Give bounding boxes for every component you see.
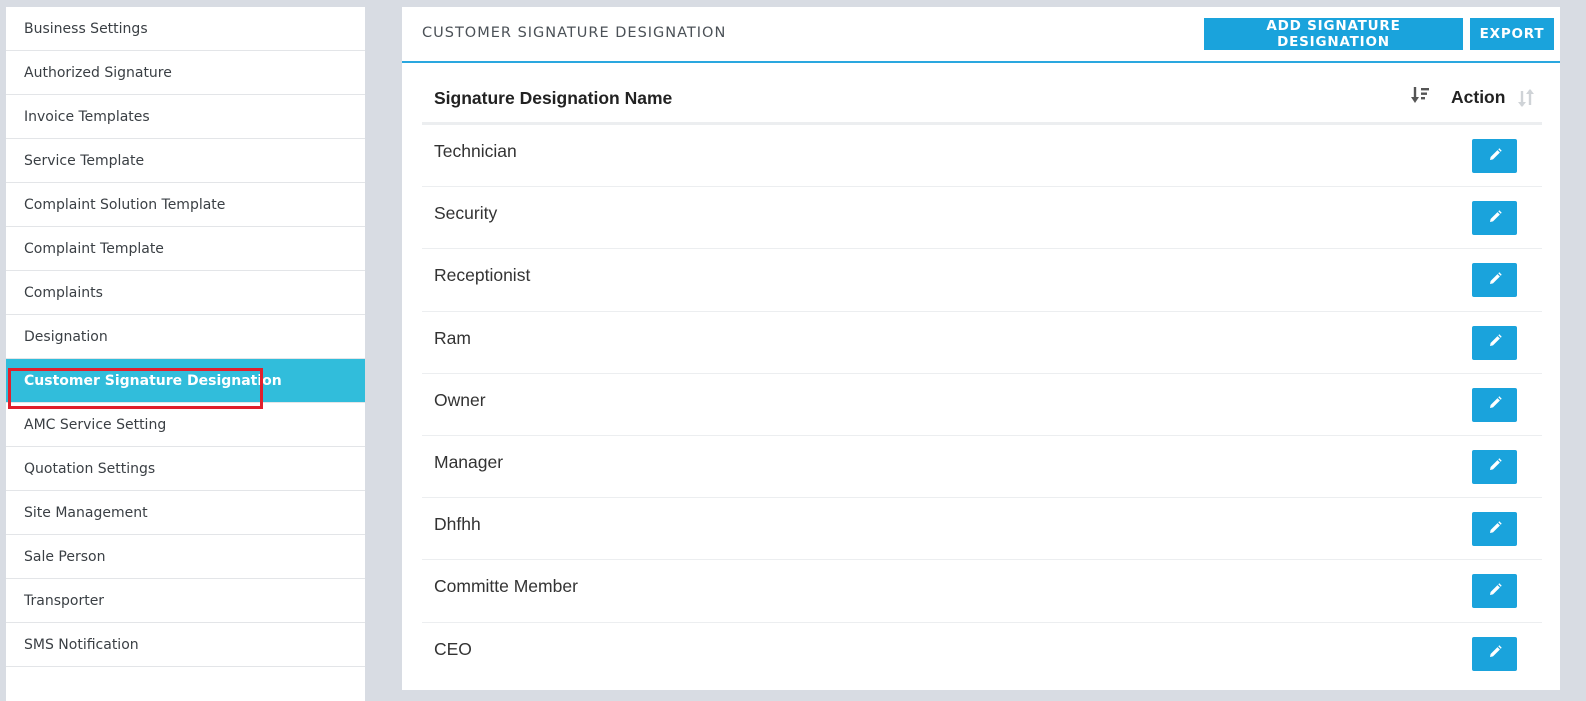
edit-button[interactable]: [1472, 574, 1517, 609]
sidebar-item-label: Complaint Solution Template: [24, 196, 226, 213]
sidebar-item-label: Designation: [24, 328, 108, 345]
designation-name: Dhfhh: [434, 514, 481, 535]
table-row: Ram: [422, 312, 1542, 374]
sidebar-item-label: AMC Service Setting: [24, 416, 167, 433]
table-row: Manager: [422, 436, 1542, 499]
designation-name: CEO: [434, 638, 472, 659]
table-header: Signature Designation Name Action: [422, 65, 1542, 125]
sidebar-item-label: Transporter: [24, 592, 105, 609]
sidebar-item-label: Service Template: [24, 152, 145, 169]
pencil-icon: [1488, 271, 1502, 290]
edit-button[interactable]: [1472, 636, 1517, 671]
sidebar-item-label: Invoice Templates: [24, 108, 150, 125]
designation-name: Owner: [434, 389, 486, 410]
table-row: Committe Member: [422, 560, 1542, 623]
designation-name: Committe Member: [434, 576, 578, 597]
table-row: Owner: [422, 374, 1542, 436]
sidebar-item-label: Customer Signature Designation: [24, 372, 282, 389]
main-panel: CUSTOMER SIGNATURE DESIGNATION ADD SIGNA…: [402, 7, 1560, 690]
table-row: Dhfhh: [422, 498, 1542, 561]
edit-button[interactable]: [1472, 449, 1517, 484]
sidebar-item-label: Sale Person: [24, 548, 106, 565]
sidebar-item-service-template[interactable]: Service Template: [6, 139, 365, 183]
pencil-icon: [1488, 582, 1502, 601]
settings-sidebar: Business Settings Authorized Signature I…: [6, 7, 365, 701]
designation-name: Ram: [434, 327, 471, 348]
sidebar-item-label: Quotation Settings: [24, 460, 156, 477]
sidebar-item-label: Complaint Template: [24, 240, 164, 257]
sidebar-item-site-management[interactable]: Site Management: [6, 491, 365, 535]
sidebar-item-sale-person[interactable]: Sale Person: [6, 535, 365, 579]
pencil-icon: [1488, 520, 1502, 539]
table-row: Security: [422, 187, 1542, 250]
table-row: Receptionist: [422, 249, 1542, 312]
sidebar-item-complaints[interactable]: Complaints: [6, 271, 365, 315]
sidebar-item-customer-signature-designation[interactable]: Customer Signature Designation: [6, 359, 365, 403]
designation-name: Receptionist: [434, 265, 531, 286]
sidebar-item-label: Business Settings: [24, 20, 148, 37]
sidebar-item-label: Site Management: [24, 504, 148, 521]
sidebar-item-designation[interactable]: Designation: [6, 315, 365, 359]
designation-name: Security: [434, 203, 498, 224]
edit-button[interactable]: [1472, 201, 1517, 236]
pencil-icon: [1488, 333, 1502, 352]
export-button[interactable]: EXPORT: [1470, 18, 1554, 50]
sidebar-item-complaint-template[interactable]: Complaint Template: [6, 227, 365, 271]
designation-name: Technician: [434, 141, 517, 161]
sidebar-item-business-settings[interactable]: Business Settings: [6, 7, 365, 51]
edit-button[interactable]: [1472, 139, 1517, 173]
pencil-icon: [1488, 395, 1502, 414]
pencil-icon: [1488, 457, 1502, 476]
pencil-icon: [1488, 644, 1502, 663]
designation-table: Signature Designation Name Action Techni…: [422, 65, 1542, 685]
pencil-icon: [1488, 209, 1502, 228]
sidebar-item-label: Complaints: [24, 284, 103, 301]
panel-header: CUSTOMER SIGNATURE DESIGNATION ADD SIGNA…: [402, 7, 1560, 63]
sidebar-item-invoice-templates[interactable]: Invoice Templates: [6, 95, 365, 139]
edit-button[interactable]: [1472, 263, 1517, 298]
sidebar-item-complaint-solution-template[interactable]: Complaint Solution Template: [6, 183, 365, 227]
sort-icon[interactable]: [1516, 87, 1536, 109]
pencil-icon: [1488, 147, 1502, 166]
edit-button[interactable]: [1472, 387, 1517, 422]
column-header-action: Action: [1451, 87, 1506, 107]
column-header-name[interactable]: Signature Designation Name: [434, 88, 672, 109]
sidebar-item-label: SMS Notification: [24, 636, 139, 653]
sidebar-item-label: Authorized Signature: [24, 64, 172, 81]
table-row: Technician: [422, 125, 1542, 188]
table-row: CEO: [422, 623, 1542, 685]
sidebar-item-transporter[interactable]: Transporter: [6, 579, 365, 623]
sidebar-item-sms-notification[interactable]: SMS Notification: [6, 623, 365, 667]
add-signature-designation-button[interactable]: ADD SIGNATURE DESIGNATION: [1204, 18, 1463, 50]
edit-button[interactable]: [1472, 325, 1517, 360]
edit-button[interactable]: [1472, 512, 1517, 547]
sidebar-item-amc-service-setting[interactable]: AMC Service Setting: [6, 403, 365, 447]
page-title: CUSTOMER SIGNATURE DESIGNATION: [422, 25, 727, 41]
sort-desc-icon[interactable]: [1410, 85, 1430, 107]
sidebar-item-authorized-signature[interactable]: Authorized Signature: [6, 51, 365, 95]
designation-name: Manager: [434, 451, 504, 472]
sidebar-item-quotation-settings[interactable]: Quotation Settings: [6, 447, 365, 491]
